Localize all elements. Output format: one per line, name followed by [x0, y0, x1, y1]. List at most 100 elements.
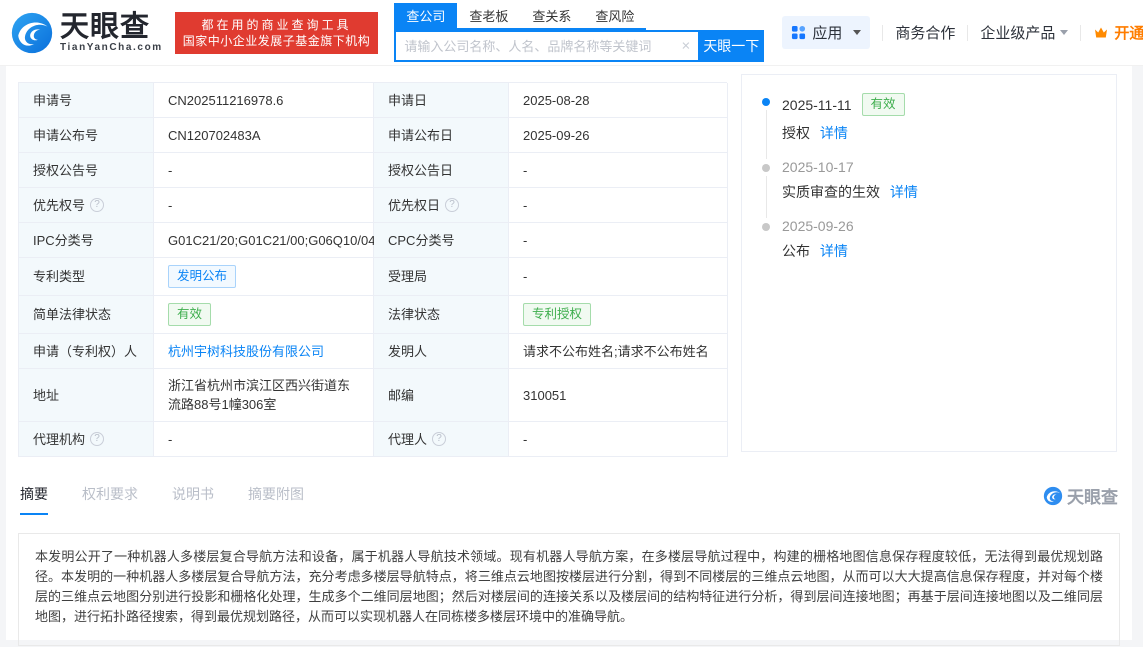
abstract-text: 本发明公开了一种机器人多楼层复合导航方法和设备，属于机器人导航技术领域。现有机器… — [18, 533, 1120, 646]
field-value: - — [509, 422, 728, 457]
tianyancha-logo[interactable]: 天眼查 TianYanCha.com — [10, 11, 163, 55]
timeline-dot — [762, 223, 770, 231]
brand-domain: TianYanCha.com — [60, 42, 163, 53]
slogan-line2: 国家中小企业发展子基金旗下机构 — [183, 33, 371, 49]
clear-search-icon[interactable] — [682, 39, 691, 54]
document-tabs: 摘要 权利要求 说明书 摘要附图 天眼查 — [18, 483, 1120, 516]
field-value: G01C21/20;G01C21/00;G06Q10/047 — [154, 223, 374, 258]
field-label: 法律状态 — [374, 296, 509, 334]
field-value: 杭州宇树科技股份有限公司 — [154, 334, 374, 369]
timeline-detail-link[interactable]: 详情 — [890, 184, 918, 200]
search-tab-relation[interactable]: 查关系 — [520, 3, 583, 28]
search-tab-boss[interactable]: 查老板 — [457, 3, 520, 28]
field-value: 310051 — [509, 369, 728, 422]
tab-claims[interactable]: 权利要求 — [82, 484, 138, 515]
timeline-item: 2025-11-11 有效 授权 详情 — [762, 93, 1096, 159]
tianyancha-watermark: 天眼查 — [1043, 483, 1118, 516]
field-value: CN120702483A — [154, 118, 374, 153]
timeline-detail-link[interactable]: 详情 — [820, 125, 848, 141]
field-value: - — [509, 258, 728, 296]
tab-specification[interactable]: 说明书 — [172, 484, 214, 515]
slogan-badge: 都在用的商业查询工具 国家中小企业发展子基金旗下机构 — [175, 12, 379, 54]
timeline-event: 实质审查的生效 — [782, 184, 880, 200]
timeline-status-tag: 有效 — [862, 93, 905, 116]
field-label: 受理局 — [374, 258, 509, 296]
field-label: 授权公告日 — [374, 153, 509, 188]
divider — [882, 25, 883, 41]
search-area: 查公司 查老板 查关系 查风险 天眼一下 — [394, 3, 764, 62]
timeline-event: 公布 — [782, 243, 810, 259]
field-value: - — [509, 188, 728, 223]
header-nav: 应用 商务合作 企业级产品 开通会员 超级风... — [782, 16, 1143, 49]
field-label: 优先权日 — [374, 188, 509, 223]
slogan-line1: 都在用的商业查询工具 — [183, 17, 371, 33]
field-label: 地址 — [19, 369, 154, 422]
search-input-wrap — [394, 30, 698, 62]
timeline-date: 2025-11-11 — [782, 97, 852, 113]
top-header: 天眼查 TianYanCha.com 都在用的商业查询工具 国家中小企业发展子基… — [0, 0, 1143, 66]
apps-menu[interactable]: 应用 — [782, 16, 870, 49]
tianyancha-logo-icon — [10, 11, 54, 55]
field-label: 申请号 — [19, 83, 154, 118]
legal-status-timeline: 2025-11-11 有效 授权 详情 2025-10-17 — [741, 74, 1117, 452]
vip-crown-icon — [1093, 25, 1109, 41]
timeline-dot — [762, 98, 770, 106]
tab-abstract-figure[interactable]: 摘要附图 — [248, 484, 304, 515]
field-label: CPC分类号 — [374, 223, 509, 258]
timeline-detail-link[interactable]: 详情 — [820, 243, 848, 259]
field-label: 申请（专利权）人 — [19, 334, 154, 369]
tianyancha-watermark-icon — [1043, 486, 1063, 506]
legal-status-tag: 专利授权 — [523, 303, 591, 326]
nav-cooperation[interactable]: 商务合作 — [895, 22, 955, 43]
search-button[interactable]: 天眼一下 — [698, 30, 764, 62]
patent-info-table: 申请号 CN202511216978.6 申请日 2025-08-28 申请公布… — [18, 82, 727, 457]
field-label: 申请公布号 — [19, 118, 154, 153]
help-icon[interactable] — [445, 198, 459, 212]
divider — [967, 25, 968, 41]
nav-open-vip[interactable]: 开通会员 — [1093, 22, 1143, 43]
help-icon[interactable] — [90, 198, 104, 212]
field-value: - — [154, 188, 374, 223]
chevron-down-icon — [853, 30, 861, 35]
field-label: 申请公布日 — [374, 118, 509, 153]
field-value: 2025-08-28 — [509, 83, 728, 118]
nav-enterprise[interactable]: 企业级产品 — [980, 22, 1068, 43]
apps-label: 应用 — [812, 22, 842, 43]
timeline-item: 2025-09-26 公布 详情 — [762, 218, 1096, 277]
patent-detail-card: 申请号 CN202511216978.6 申请日 2025-08-28 申请公布… — [6, 66, 1132, 640]
field-label: 代理机构 — [19, 422, 154, 457]
apps-grid-icon — [791, 25, 806, 40]
help-icon[interactable] — [90, 432, 104, 446]
help-icon[interactable] — [432, 432, 446, 446]
field-label: 优先权号 — [19, 188, 154, 223]
field-label: 专利类型 — [19, 258, 154, 296]
field-label: IPC分类号 — [19, 223, 154, 258]
field-value: - — [154, 422, 374, 457]
field-value: 专利授权 — [509, 296, 728, 334]
search-input[interactable] — [394, 30, 698, 62]
search-tabs: 查公司 查老板 查关系 查风险 — [394, 3, 646, 30]
timeline-line — [766, 176, 767, 218]
chevron-down-icon — [1060, 30, 1068, 35]
search-tab-company[interactable]: 查公司 — [394, 3, 457, 28]
field-label: 代理人 — [374, 422, 509, 457]
simple-legal-status-tag: 有效 — [168, 303, 211, 326]
applicant-company-link[interactable]: 杭州宇树科技股份有限公司 — [168, 342, 324, 361]
field-value: 浙江省杭州市滨江区西兴街道东流路88号1幢306室 — [154, 369, 374, 422]
field-value: 请求不公布姓名;请求不公布姓名 — [509, 334, 728, 369]
field-value: - — [509, 223, 728, 258]
timeline-event: 授权 — [782, 125, 810, 141]
logo-text: 天眼查 TianYanCha.com — [60, 12, 163, 53]
search-tab-risk[interactable]: 查风险 — [583, 3, 646, 28]
patent-type-tag: 发明公布 — [168, 265, 236, 288]
timeline-date: 2025-10-17 — [782, 159, 854, 175]
divider — [1080, 25, 1081, 41]
tab-abstract[interactable]: 摘要 — [20, 484, 48, 515]
brand-name: 天眼查 — [60, 12, 163, 42]
search-row: 天眼一下 — [394, 30, 764, 62]
timeline-date: 2025-09-26 — [782, 218, 854, 234]
field-value: 有效 — [154, 296, 374, 334]
field-label: 简单法律状态 — [19, 296, 154, 334]
watermark-text: 天眼查 — [1067, 483, 1118, 508]
field-value: 2025-09-26 — [509, 118, 728, 153]
